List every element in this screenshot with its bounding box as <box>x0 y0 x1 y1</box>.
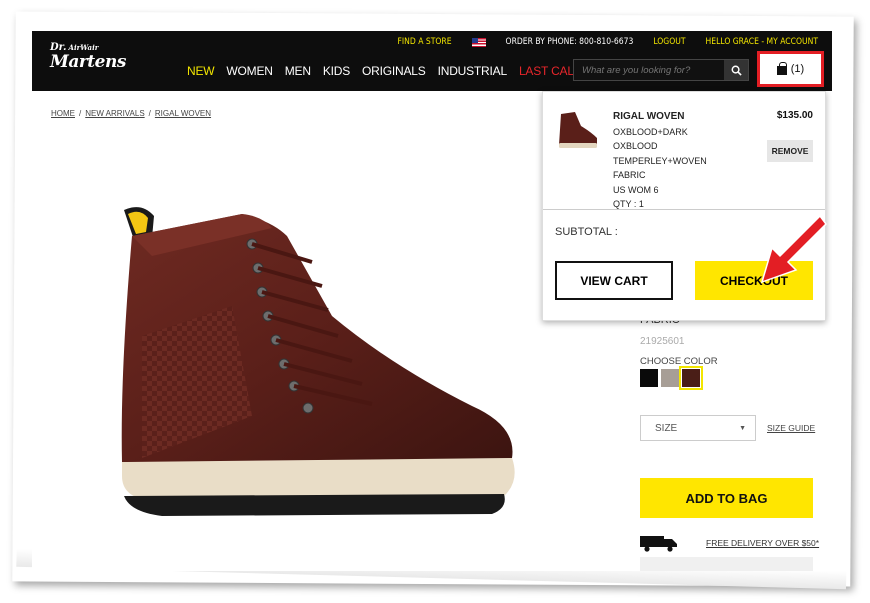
site-header: Dr. AirWair Martens FIND A STORE ORDER BY… <box>32 31 832 91</box>
breadcrumb-home[interactable]: HOME <box>51 109 75 118</box>
nav-item-women[interactable]: WOMEN <box>226 64 273 78</box>
size-select-value: SIZE <box>655 422 678 434</box>
logo-text-2: Martens <box>50 52 126 72</box>
product-sku: 21925601 <box>640 336 685 347</box>
nav-item-industrial[interactable]: INDUSTRIAL <box>438 64 508 78</box>
nav-item-men[interactable]: MEN <box>285 64 311 78</box>
search-bar <box>573 59 749 81</box>
my-account-link[interactable]: HELLO GRACE - MY ACCOUNT <box>706 37 818 47</box>
product-image[interactable] <box>112 196 522 536</box>
cart-item-color-1: OXBLOOD+DARK <box>613 126 688 137</box>
search-button[interactable] <box>724 60 748 80</box>
cart-item-name[interactable]: RIGAL WOVEN <box>613 110 738 125</box>
swatch-taupe[interactable] <box>661 369 679 387</box>
free-delivery-link[interactable]: FREE DELIVERY OVER $50* <box>706 538 819 548</box>
breadcrumb-new-arrivals[interactable]: NEW ARRIVALS <box>85 109 144 118</box>
logout-link[interactable]: LOGOUT <box>653 37 685 47</box>
nav-item-last-call[interactable]: LAST CALL <box>519 64 581 78</box>
nav-item-new[interactable]: NEW <box>187 64 215 78</box>
choose-color-label: CHOOSE COLOR <box>640 356 718 367</box>
cart-item-size: US WOM 6 <box>613 184 659 195</box>
find-store-link[interactable]: FIND A STORE <box>398 37 452 47</box>
us-flag-icon[interactable] <box>471 37 486 47</box>
subtotal-label: SUBTOTAL : <box>555 226 618 238</box>
brand-logo[interactable]: Dr. AirWair Martens <box>50 41 126 72</box>
view-cart-button[interactable]: VIEW CART <box>555 261 673 300</box>
size-select[interactable]: SIZE ▼ <box>640 415 756 441</box>
cart-item-color-2: OXBLOOD TEMPERLEY+WOVEN <box>613 141 707 166</box>
site-viewport: Dr. AirWair Martens FIND A STORE ORDER BY… <box>32 31 832 571</box>
annotation-arrow-icon <box>760 214 827 284</box>
breadcrumb-current[interactable]: RIGAL WOVEN <box>155 109 211 118</box>
shopping-bag-icon <box>776 61 787 75</box>
info-strip <box>640 557 813 571</box>
breadcrumb: HOME / NEW ARRIVALS / RIGAL WOVEN <box>51 109 212 118</box>
nav-item-originals[interactable]: ORIGINALS <box>362 64 426 78</box>
order-phone-text: ORDER BY PHONE: 800-810-6673 <box>505 37 634 47</box>
utility-nav: FIND A STORE ORDER BY PHONE: 800-810-667… <box>398 37 819 47</box>
swatch-black[interactable] <box>640 369 658 387</box>
cart-item-color-3: FABRIC <box>613 170 646 180</box>
search-input[interactable] <box>574 60 724 80</box>
color-swatches <box>640 366 703 390</box>
cart-line-item: RIGAL WOVEN OXBLOOD+DARK OXBLOOD TEMPERL… <box>543 92 825 210</box>
mini-cart-button[interactable]: (1) <box>757 51 824 87</box>
cart-item-info: RIGAL WOVEN OXBLOOD+DARK OXBLOOD TEMPERL… <box>613 110 738 212</box>
delivery-truck-icon <box>640 536 677 552</box>
remove-button[interactable]: REMOVE <box>767 140 813 162</box>
swatch-oxblood-selected[interactable] <box>679 366 703 390</box>
cart-item-price: $135.00 <box>776 110 813 121</box>
delivery-row: FREE DELIVERY OVER $50* <box>640 534 819 552</box>
caret-down-icon: ▼ <box>739 424 746 432</box>
size-guide-link[interactable]: SIZE GUIDE <box>767 423 815 433</box>
cart-count: (1) <box>790 63 805 75</box>
cart-item-qty: QTY : 1 <box>613 199 644 209</box>
mini-cart-dropdown: RIGAL WOVEN OXBLOOD+DARK OXBLOOD TEMPERL… <box>542 91 826 321</box>
main-nav: NEW WOMEN MEN KIDS ORIGINALS INDUSTRIAL … <box>187 64 581 78</box>
cart-item-thumbnail[interactable] <box>557 112 599 150</box>
add-to-bag-button[interactable]: ADD TO BAG <box>640 478 813 518</box>
search-icon <box>731 65 742 76</box>
logo-text-small: AirWair <box>68 43 99 52</box>
nav-item-kids[interactable]: KIDS <box>323 64 350 78</box>
